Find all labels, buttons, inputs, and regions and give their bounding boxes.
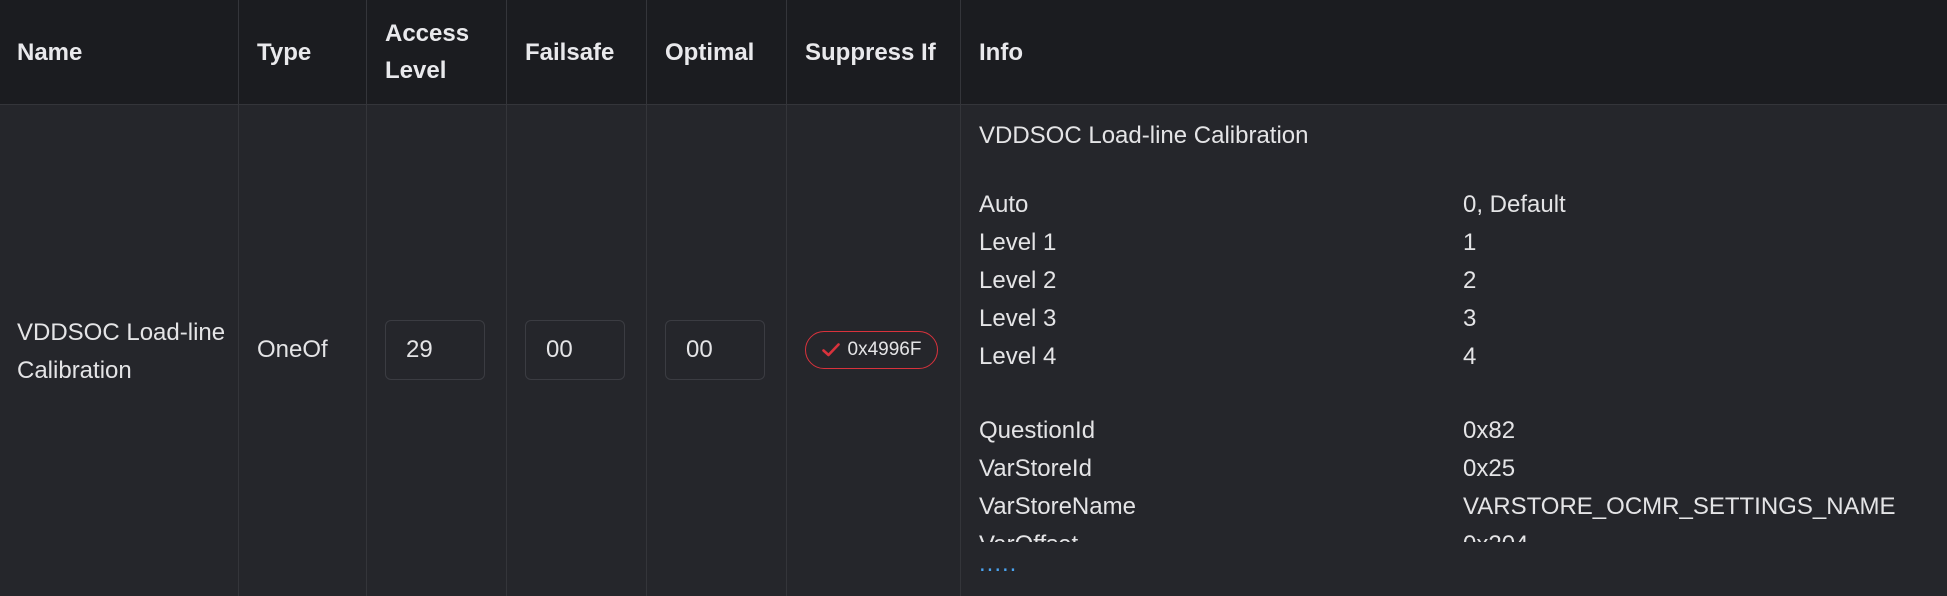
settings-table: Name Type Access Level Failsafe Optimal …: [0, 0, 1947, 596]
header-access-level-line1: Access: [385, 20, 470, 47]
option-label: Level 4: [979, 343, 1057, 370]
failsafe-input[interactable]: [525, 320, 625, 380]
property-row: VarStoreName VARSTORE_OCMR_SETTINGS_NAME: [979, 488, 1919, 526]
option-row: Level 3 3: [979, 300, 1919, 338]
property-label: VarOffset: [979, 526, 1078, 542]
property-row: QuestionId 0x82: [979, 412, 1919, 450]
option-row: Auto 0, Default: [979, 186, 1919, 224]
optimal-input[interactable]: [665, 320, 765, 380]
option-value: 4: [1463, 343, 1477, 370]
info-title: VDDSOC Load-line Calibration: [979, 122, 1309, 149]
property-label: QuestionId: [979, 417, 1096, 444]
show-more-link[interactable]: .....: [979, 550, 1017, 578]
option-value: 0, Default: [1463, 191, 1566, 218]
header-name[interactable]: Name: [17, 0, 82, 104]
option-row: Level 4 4: [979, 338, 1919, 376]
column-divider: [960, 0, 961, 596]
cell-name-line2: Calibration: [17, 357, 132, 384]
column-divider: [366, 0, 367, 596]
property-value: 0x82: [1463, 417, 1516, 444]
column-divider: [506, 0, 507, 596]
option-label: Level 3: [979, 305, 1057, 332]
info-details: Auto 0, Default Level 1 1 Level 2 2 Leve…: [979, 180, 1919, 542]
option-row: Level 1 1: [979, 224, 1919, 262]
property-row: VarOffset 0x204: [979, 526, 1919, 542]
table-header: Name Type Access Level Failsafe Optimal …: [0, 0, 1947, 105]
column-divider: [238, 0, 239, 596]
header-info[interactable]: Info: [979, 0, 1023, 104]
column-divider: [786, 0, 787, 596]
header-access-level[interactable]: Access Level: [385, 0, 469, 104]
header-optimal[interactable]: Optimal: [665, 0, 754, 104]
header-failsafe[interactable]: Failsafe: [525, 0, 614, 104]
property-value: 0x25: [1463, 455, 1516, 482]
cell-name-line1: VDDSOC Load-line: [17, 319, 226, 346]
property-label: VarStoreName: [979, 493, 1136, 520]
property-value: 0x204: [1463, 526, 1528, 542]
cell-name: VDDSOC Load-line Calibration: [17, 314, 225, 390]
option-row: Level 2 2: [979, 262, 1919, 300]
header-type[interactable]: Type: [257, 0, 311, 104]
suppress-if-badge[interactable]: 0x4996F: [805, 331, 938, 369]
property-label: VarStoreId: [979, 455, 1092, 482]
suppress-if-label: 0x4996F: [847, 339, 922, 360]
header-suppress-if[interactable]: Suppress If: [805, 0, 936, 104]
access-level-input[interactable]: [385, 320, 485, 380]
property-value: VARSTORE_OCMR_SETTINGS_NAME: [1463, 493, 1896, 520]
option-value: 3: [1463, 305, 1477, 332]
cell-type: OneOf: [257, 336, 328, 363]
option-label: Auto: [979, 191, 1029, 218]
header-access-level-line2: Level: [385, 57, 447, 84]
column-divider: [646, 0, 647, 596]
check-icon: [821, 343, 840, 357]
option-label: Level 2: [979, 267, 1057, 294]
property-row: VarStoreId 0x25: [979, 450, 1919, 488]
option-label: Level 1: [979, 229, 1057, 256]
option-value: 2: [1463, 267, 1477, 294]
option-value: 1: [1463, 229, 1477, 256]
